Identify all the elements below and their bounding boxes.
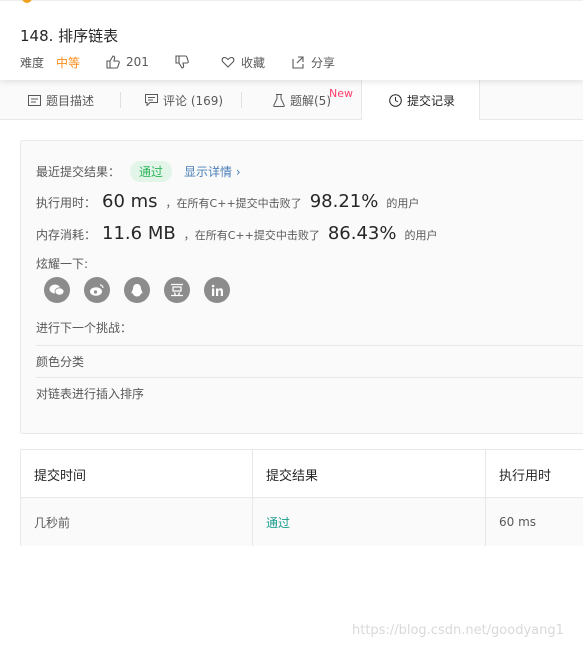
recent-result-label: 最近提交结果：: [36, 165, 121, 179]
new-badge: New: [329, 87, 353, 100]
share-icon: [292, 56, 304, 69]
tab-solutions[interactable]: 题解(5): [273, 80, 331, 120]
cell-runtime: 60 ms: [499, 515, 537, 529]
comment-icon: [145, 94, 158, 106]
status-badge: 通过: [130, 161, 173, 182]
table-row[interactable]: 几秒前 通过 60 ms: [21, 498, 583, 546]
tab-comments[interactable]: 评论 (169): [145, 80, 223, 120]
submission-result-panel: 最近提交结果： 通过 显示详情 › 执行用时： 60 ms ，在所有C++提交中…: [20, 140, 583, 434]
tab-submissions-label: 提交记录: [407, 93, 456, 108]
weibo-icon[interactable]: [84, 277, 110, 303]
next-challenge-item[interactable]: 颜色分类: [36, 345, 583, 377]
problem-meta: 难度 中等 201 收藏 分享: [20, 53, 335, 71]
memory-row: 内存消耗： 11.6 MB ，在所有C++提交中击败了 86.43% 的用户: [36, 223, 437, 244]
share-label: 分享: [310, 55, 335, 70]
share-label: 炫耀一下:: [36, 257, 89, 271]
memory-text: ，在所有C++提交中击败了: [183, 229, 320, 242]
submissions-table: 提交时间 提交结果 执行用时 几秒前 通过 60 ms: [20, 449, 583, 546]
watermark: https://blog.csdn.net/goodyang1: [352, 623, 564, 638]
like-count: 201: [126, 55, 149, 69]
qq-icon[interactable]: [124, 277, 150, 303]
next-challenge-label: 进行下一个挑战：: [36, 321, 133, 335]
runtime-percentile: 98.21%: [309, 191, 379, 212]
thumbs-down-icon: [175, 55, 189, 69]
tab-comments-label: 评论 (169): [163, 93, 224, 108]
tab-solutions-label: 题解(5): [290, 93, 331, 108]
tab-divider: [120, 92, 121, 108]
favorite-button[interactable]: 收藏: [221, 54, 265, 71]
cell-submit-time: 几秒前: [21, 498, 253, 546]
heart-icon: [221, 56, 235, 68]
runtime-row: 执行用时： 60 ms ，在所有C++提交中击败了 98.21% 的用户: [36, 191, 419, 212]
runtime-suffix: 的用户: [386, 197, 420, 210]
clock-icon: [389, 93, 402, 107]
next-challenge-item[interactable]: 对链表进行插入排序: [36, 377, 583, 409]
difficulty-value: 中等: [56, 55, 81, 70]
table-header: 提交时间 提交结果 执行用时: [21, 450, 583, 498]
memory-label: 内存消耗：: [36, 228, 97, 242]
logo-fragment: [22, 0, 32, 3]
memory-value: 11.6 MB: [102, 223, 176, 244]
problem-title: 148. 排序链表: [20, 27, 119, 45]
favorite-label: 收藏: [240, 55, 265, 70]
memory-suffix: 的用户: [404, 229, 438, 242]
linkedin-icon[interactable]: [204, 277, 230, 303]
dislike-button[interactable]: [175, 55, 195, 69]
memory-percentile: 86.43%: [327, 223, 397, 244]
difficulty-label: 难度: [20, 55, 45, 70]
runtime-label: 执行用时：: [36, 196, 97, 210]
wechat-icon[interactable]: [44, 277, 70, 303]
cell-submit-result[interactable]: 通过: [253, 498, 486, 546]
share-icons: [44, 277, 244, 303]
flask-icon: [273, 93, 285, 107]
problem-header: 148. 排序链表 难度 中等 201 收藏 分享: [0, 0, 583, 80]
recent-result-row: 最近提交结果： 通过 显示详情 ›: [36, 161, 241, 182]
header-submit-result: 提交结果: [253, 450, 486, 498]
header-submit-time: 提交时间: [21, 450, 253, 498]
tab-description-label: 题目描述: [46, 93, 95, 108]
share-button[interactable]: 分享: [291, 54, 335, 71]
thumbs-up-icon: [106, 55, 120, 69]
show-details-link[interactable]: 显示详情 ›: [184, 163, 241, 180]
tab-submissions[interactable]: 提交记录: [361, 80, 480, 120]
description-icon: [28, 94, 41, 106]
runtime-value: 60 ms: [102, 191, 158, 212]
tab-divider: [241, 92, 242, 108]
tab-description[interactable]: 题目描述: [28, 80, 94, 120]
like-button[interactable]: 201: [106, 55, 149, 69]
tab-bar: 题目描述 评论 (169) 题解(5) New 提交记录: [0, 80, 583, 120]
header-runtime: 执行用时: [499, 468, 552, 484]
douban-icon[interactable]: [164, 277, 190, 303]
runtime-text: ，在所有C++提交中击败了: [165, 197, 302, 210]
